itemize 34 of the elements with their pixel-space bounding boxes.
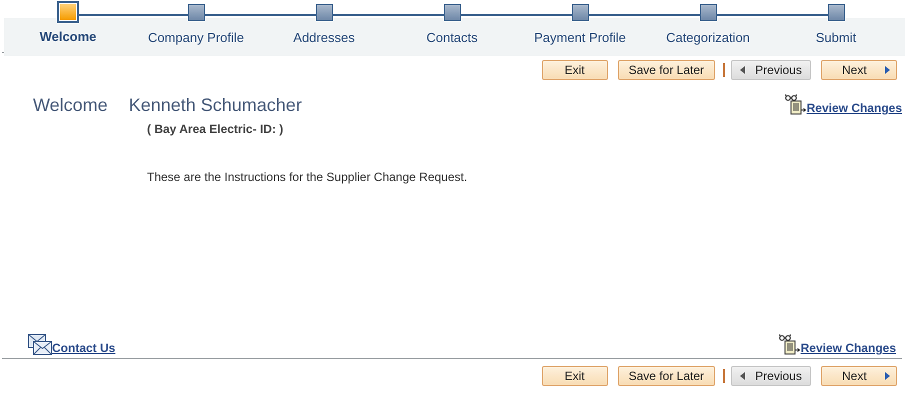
step-label[interactable]: Categorization	[666, 30, 750, 45]
step-marker[interactable]	[316, 4, 332, 21]
step-marker[interactable]	[57, 1, 79, 23]
step-label[interactable]: Contacts	[426, 30, 478, 45]
glasses-document-icon	[784, 94, 807, 116]
action-button[interactable]: Exit	[542, 366, 608, 386]
right-arrow-icon	[885, 66, 890, 74]
right-arrow-icon	[885, 372, 890, 380]
left-arrow-icon	[740, 66, 746, 74]
action-button[interactable]: Exit	[542, 60, 608, 80]
step-marker[interactable]	[700, 4, 716, 21]
user-name: Kenneth Schumacher	[128, 94, 302, 116]
next-button[interactable]: Next	[821, 60, 897, 80]
contact-us-link[interactable]: Contact Us	[28, 334, 116, 356]
review-changes-link[interactable]: Review Changes	[778, 334, 896, 356]
step-label[interactable]: Payment Profile	[534, 30, 626, 45]
supplier-info: ( Bay Area Electric- ID: )	[147, 122, 284, 136]
step-label[interactable]: Welcome	[40, 29, 96, 44]
next-button[interactable]: Next	[821, 366, 897, 386]
instructions-text: These are the Instructions for the Supplier Change Request.	[147, 170, 468, 184]
review-changes-link[interactable]: Review Changes	[784, 94, 902, 116]
step-label[interactable]: Addresses	[293, 30, 355, 45]
glasses-document-icon	[778, 334, 801, 356]
step-marker[interactable]	[188, 4, 204, 21]
action-button[interactable]: Save for Later	[618, 366, 715, 386]
left-arrow-icon	[740, 372, 746, 380]
step-marker[interactable]	[572, 4, 588, 21]
welcome-heading: Welcome	[33, 94, 108, 116]
step-label[interactable]: Submit	[816, 30, 856, 45]
action-button[interactable]: Save for Later	[618, 60, 715, 80]
envelope-icon	[28, 334, 52, 356]
step-marker[interactable]	[444, 4, 460, 21]
step-marker[interactable]	[828, 4, 844, 21]
step-label[interactable]: Company Profile	[148, 30, 244, 45]
